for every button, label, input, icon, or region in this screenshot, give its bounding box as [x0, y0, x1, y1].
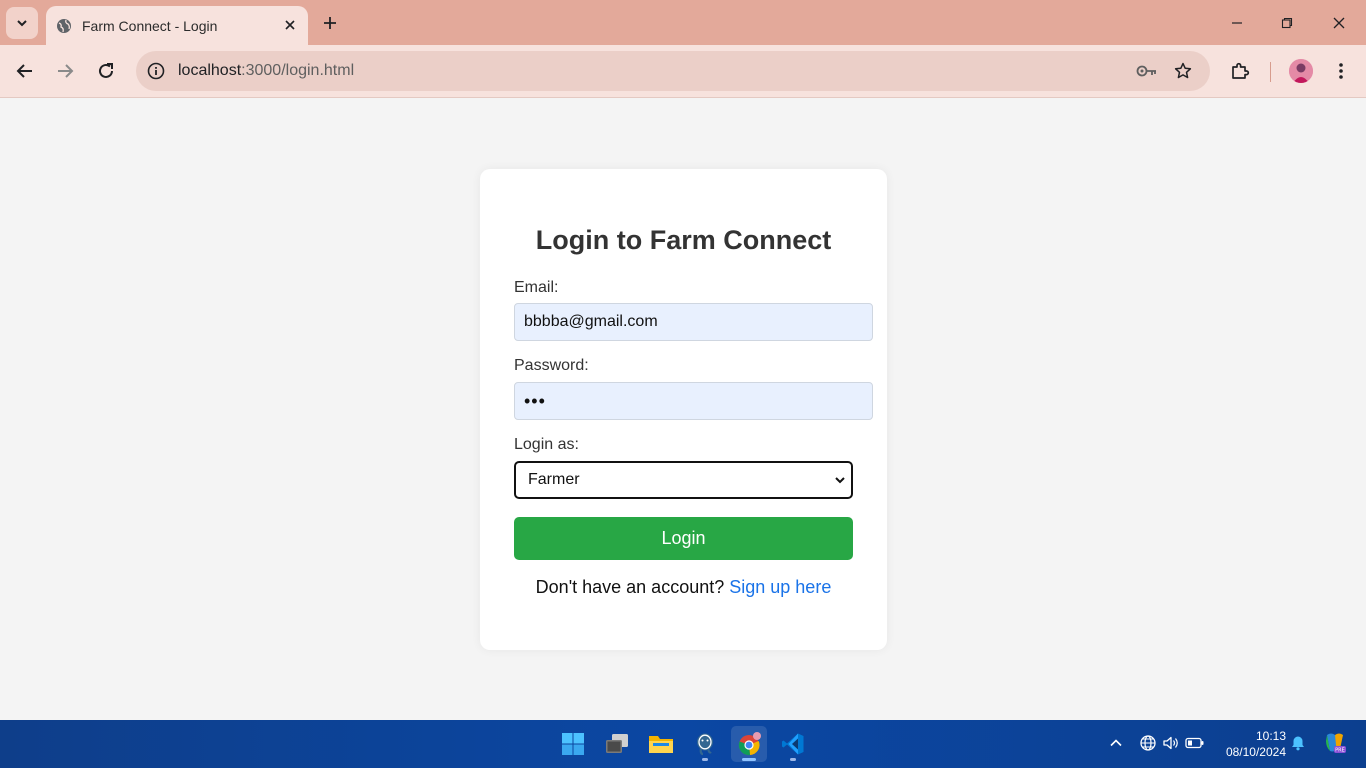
close-window-icon[interactable] [1324, 8, 1354, 38]
password-label: Password: [514, 357, 589, 374]
new-tab-icon[interactable] [318, 11, 342, 35]
address-bar[interactable]: localhost:3000/login.html [136, 51, 1210, 91]
running-indicator [702, 758, 708, 761]
tab-search-button[interactable] [6, 7, 38, 39]
task-view-icon[interactable] [599, 726, 635, 762]
taskbar: 10:13 08/10/2024 PRE [0, 720, 1366, 768]
network-globe-icon[interactable] [1137, 732, 1159, 754]
copilot-icon[interactable]: PRE [1322, 730, 1348, 756]
postgresql-icon[interactable] [687, 726, 723, 762]
chrome-icon[interactable] [731, 726, 767, 762]
system-clock[interactable]: 10:13 08/10/2024 [1214, 728, 1286, 760]
url-path: :3000/login.html [241, 62, 355, 79]
minimize-icon[interactable] [1222, 8, 1252, 38]
signup-link[interactable]: Sign up here [729, 577, 831, 597]
login-button[interactable]: Login [514, 517, 853, 560]
running-indicator [790, 758, 796, 761]
chevron-down-icon [833, 473, 847, 487]
restore-icon[interactable] [1272, 8, 1302, 38]
bookmark-star-icon[interactable] [1171, 59, 1195, 83]
profile-avatar[interactable] [1289, 59, 1313, 83]
browser-toolbar: localhost:3000/login.html [0, 45, 1366, 98]
email-label: Email: [514, 279, 559, 296]
role-label: Login as: [514, 436, 579, 453]
browser-menu-icon[interactable] [1326, 56, 1356, 86]
login-card: Login to Farm Connect Email: bbbba@gmail… [480, 169, 887, 650]
battery-icon[interactable] [1184, 732, 1206, 754]
tab-strip: Farm Connect - Login [0, 0, 1366, 45]
file-explorer-icon[interactable] [643, 726, 679, 762]
back-icon[interactable] [10, 56, 40, 86]
signup-prompt: Don't have an account? Sign up here [480, 577, 887, 598]
close-tab-icon[interactable] [280, 15, 300, 35]
role-select[interactable]: Farmer [514, 461, 853, 499]
globe-icon [56, 18, 72, 34]
site-info-icon[interactable] [144, 59, 168, 83]
forward-icon[interactable] [50, 56, 80, 86]
url-host: localhost [178, 62, 242, 79]
reload-icon[interactable] [91, 56, 121, 86]
extensions-icon[interactable] [1225, 56, 1255, 86]
clock-time: 10:13 [1255, 729, 1286, 743]
vscode-icon[interactable] [775, 726, 811, 762]
signup-prompt-text: Don't have an account? [535, 577, 730, 597]
password-key-icon[interactable] [1135, 59, 1159, 83]
active-tab[interactable]: Farm Connect - Login [46, 6, 308, 45]
active-indicator [742, 758, 756, 761]
svg-text:PRE: PRE [1335, 748, 1345, 754]
password-field[interactable]: ••• [514, 382, 873, 420]
chevron-down-icon [17, 20, 27, 27]
start-icon[interactable] [555, 726, 591, 762]
page-title: Login to Farm Connect [535, 225, 832, 255]
chevron-up-icon[interactable] [1105, 732, 1127, 754]
email-field[interactable]: bbbba@gmail.com [514, 303, 873, 341]
role-selected-value: Farmer [528, 471, 580, 488]
notification-bell-icon[interactable] [1287, 732, 1309, 754]
url-text: localhost:3000/login.html [178, 62, 778, 80]
clock-date: 08/10/2024 [1225, 745, 1286, 759]
toolbar-divider [1270, 62, 1271, 82]
volume-icon[interactable] [1160, 732, 1182, 754]
tab-title: Farm Connect - Login [82, 17, 218, 34]
